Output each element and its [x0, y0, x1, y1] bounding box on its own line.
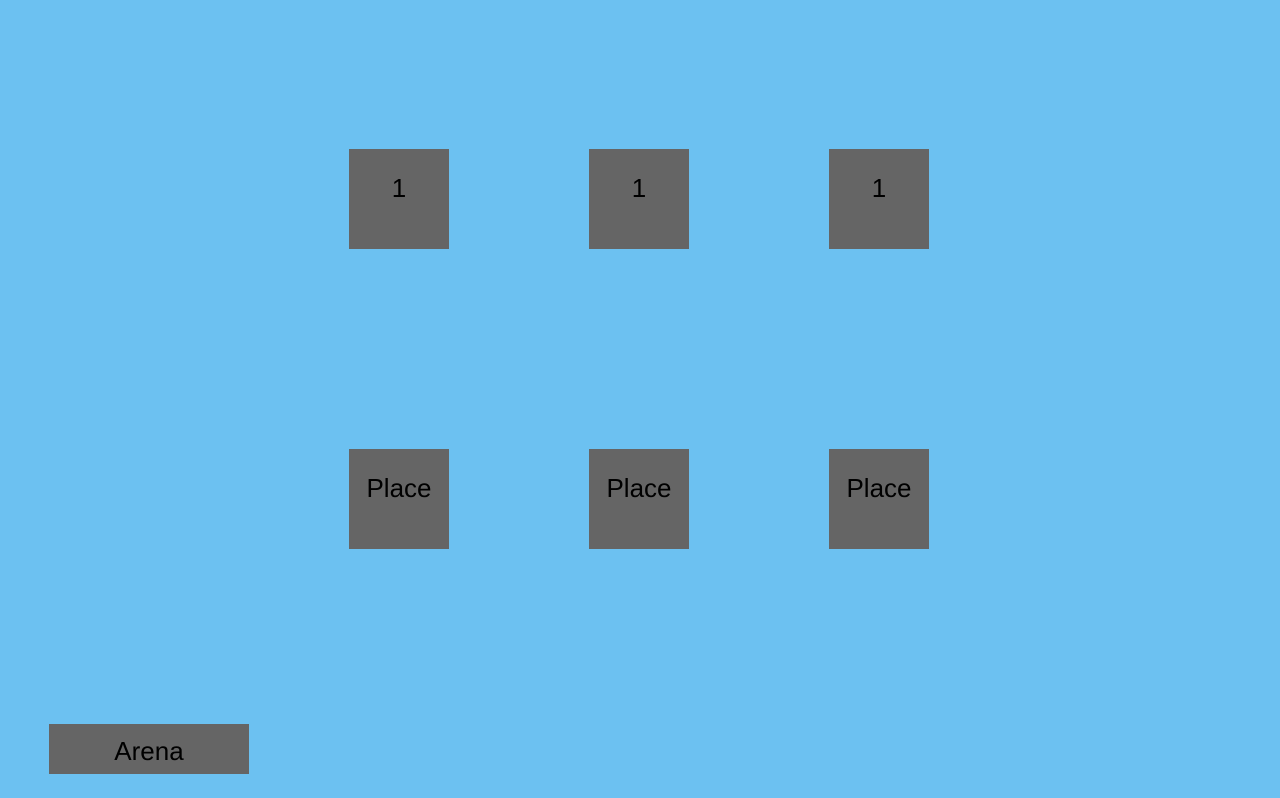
arena-button[interactable]: Arena — [49, 724, 249, 774]
place-button-label: Place — [366, 473, 432, 503]
place-button-3[interactable]: Place — [829, 449, 929, 549]
slot-value: 1 — [391, 173, 407, 203]
arena-button-label: Arena — [114, 736, 184, 766]
place-button-label: Place — [846, 473, 912, 503]
slot-tile-3[interactable]: 1 — [829, 149, 929, 249]
place-button-2[interactable]: Place — [589, 449, 689, 549]
slot-tile-2[interactable]: 1 — [589, 149, 689, 249]
game-screen: 1 1 1 Place Place Place Arena — [0, 0, 1280, 798]
place-button-1[interactable]: Place — [349, 449, 449, 549]
slot-value: 1 — [631, 173, 647, 203]
slot-value: 1 — [871, 173, 887, 203]
slot-tile-1[interactable]: 1 — [349, 149, 449, 249]
place-button-label: Place — [606, 473, 672, 503]
